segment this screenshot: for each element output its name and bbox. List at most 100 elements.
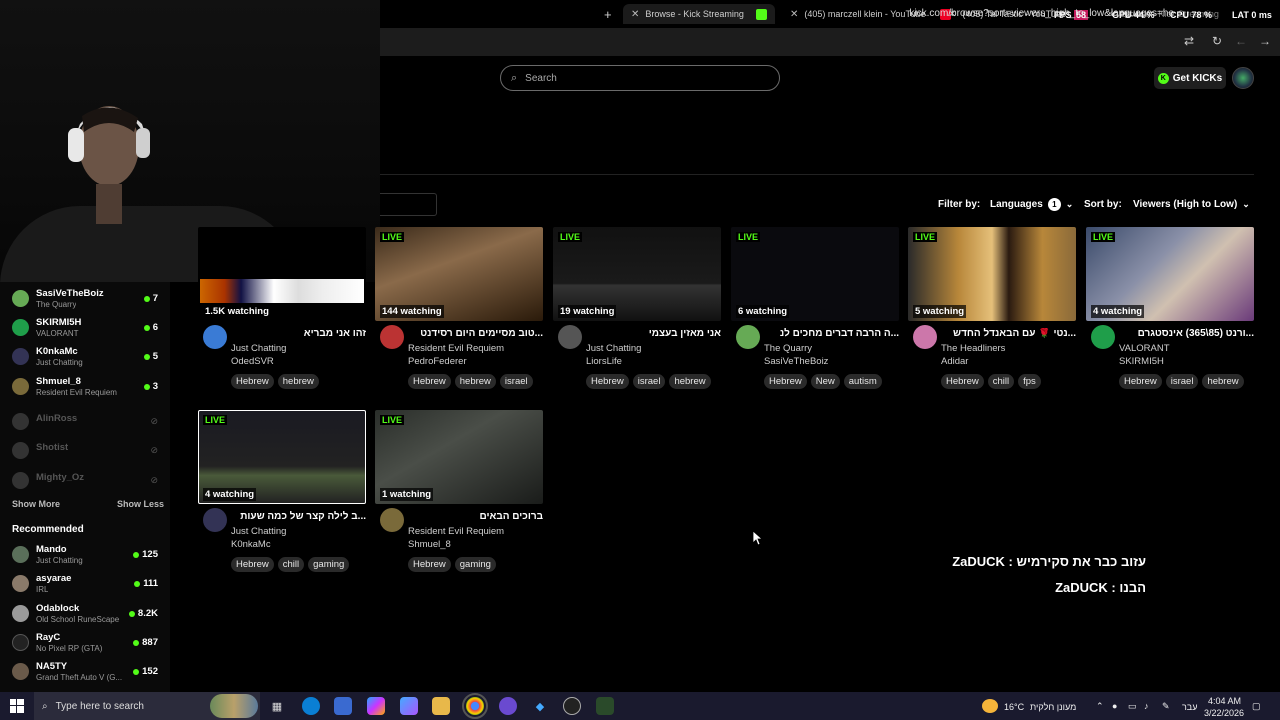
pen-icon[interactable]: ✎: [1162, 701, 1170, 712]
tag[interactable]: fps: [1018, 374, 1041, 389]
volume-icon[interactable]: ♪: [1144, 701, 1149, 711]
stream-category[interactable]: The Headliners: [941, 343, 1005, 354]
obs-icon[interactable]: [563, 697, 581, 715]
stream-card[interactable]: LIVE 1 watching ברוכים הבאים Resident Ev…: [375, 410, 543, 585]
windows-start-icon[interactable]: [10, 699, 24, 713]
tag[interactable]: gaming: [454, 557, 496, 572]
clock-time[interactable]: 4:04 AM: [1208, 696, 1241, 706]
stream-title[interactable]: זהו אני מבריא: [231, 328, 366, 339]
office-icon[interactable]: [400, 697, 418, 715]
stream-card[interactable]: LIVE 4 watching ...ב לילה קצר של כמה שעו…: [198, 410, 366, 585]
language-indicator[interactable]: עבר: [1182, 702, 1197, 712]
tag[interactable]: Hebrew: [231, 557, 274, 572]
sidebar-recommended[interactable]: Odablock Old School RuneScape 8.2K: [12, 602, 162, 628]
stream-category[interactable]: Resident Evil Requiem: [408, 526, 504, 537]
sidebar-channel[interactable]: SKIRMI5H VALORANT 6: [12, 316, 162, 342]
tag[interactable]: hebrew: [277, 374, 319, 389]
copilot-icon[interactable]: [367, 697, 385, 715]
stream-title[interactable]: ...ה הרבה דברים מחכים לנ: [764, 328, 899, 339]
tag[interactable]: israel: [1165, 374, 1199, 389]
streamer-name[interactable]: Shmuel_8: [408, 539, 451, 550]
translate-icon[interactable]: ⇄: [1181, 34, 1197, 48]
tag[interactable]: chill: [987, 374, 1015, 389]
user-avatar[interactable]: [1232, 67, 1254, 89]
search-highlight-icon[interactable]: [210, 694, 258, 718]
network-icon[interactable]: ▭: [1128, 701, 1137, 712]
new-tab-button[interactable]: +: [604, 4, 612, 24]
notifications-icon[interactable]: ▢: [1252, 701, 1261, 712]
tag[interactable]: New: [810, 374, 840, 389]
stream-title[interactable]: ...ב לילה קצר של כמה שעות: [231, 511, 366, 522]
tag[interactable]: Hebrew: [941, 374, 984, 389]
file-explorer-icon[interactable]: [432, 697, 450, 715]
tag[interactable]: Hebrew: [764, 374, 807, 389]
sidebar-channel[interactable]: K0nkaMc Just Chatting 5: [12, 345, 162, 371]
streamer-name[interactable]: Adidar: [941, 356, 968, 367]
back-icon[interactable]: ←: [1233, 34, 1249, 48]
sidebar-recommended[interactable]: Mando Just Chatting 125: [12, 543, 162, 569]
avatar[interactable]: [203, 325, 227, 349]
stream-category[interactable]: Just Chatting: [231, 343, 286, 354]
category-filter-input[interactable]: [380, 193, 437, 216]
stream-category[interactable]: Resident Evil Requiem: [408, 343, 504, 354]
chrome-icon[interactable]: [462, 693, 488, 719]
tab-kick-browse[interactable]: ✕ Browse - Kick Streaming: [623, 4, 775, 24]
stream-category[interactable]: Just Chatting: [231, 526, 286, 537]
sort-dropdown[interactable]: Viewers (High to Low) ⌄: [1133, 194, 1250, 214]
avatar[interactable]: [1091, 325, 1115, 349]
streamer-name[interactable]: PedroFederer: [408, 356, 467, 367]
sidebar-channel[interactable]: SasiVeTheBoiz The Quarry 7: [12, 287, 162, 313]
stream-category[interactable]: The Quarry: [764, 343, 812, 354]
tag[interactable]: hebrew: [1202, 374, 1244, 389]
stream-card[interactable]: LIVE 144 watching ...טוב מסיימים היום רס…: [375, 227, 543, 402]
tag[interactable]: Hebrew: [586, 374, 629, 389]
tag[interactable]: Hebrew: [1119, 374, 1162, 389]
show-more-button[interactable]: Show More: [12, 499, 60, 509]
stream-card[interactable]: LIVE 6 watching ...ה הרבה דברים מחכים לנ…: [731, 227, 899, 402]
avatar[interactable]: [380, 508, 404, 532]
app-game-icon[interactable]: [596, 697, 614, 715]
tag[interactable]: Hebrew: [231, 374, 274, 389]
stream-title[interactable]: ...נטי 🌹 עם הבאנדל החדש: [941, 328, 1076, 339]
get-kicks-button[interactable]: K Get KICKs: [1154, 67, 1226, 89]
forward-icon[interactable]: →: [1257, 34, 1273, 48]
tag[interactable]: Hebrew: [408, 374, 451, 389]
stream-title[interactable]: ...טוב מסיימים היום רסידנט: [408, 328, 543, 339]
microphone-icon[interactable]: ●: [1112, 701, 1117, 711]
stream-card[interactable]: LIVE 5 watching ...נטי 🌹 עם הבאנדל החדש …: [908, 227, 1076, 402]
streamer-name[interactable]: K0nkaMc: [231, 539, 271, 550]
discord-icon[interactable]: [499, 697, 517, 715]
sidebar-recommended[interactable]: asyarae IRL 111: [12, 572, 162, 598]
tag[interactable]: israel: [632, 374, 666, 389]
stream-card[interactable]: 1.5K watching זהו אני מבריא Just Chattin…: [198, 227, 366, 402]
stream-category[interactable]: Just Chatting: [586, 343, 641, 354]
avatar[interactable]: [203, 508, 227, 532]
avatar[interactable]: [558, 325, 582, 349]
weather-icon[interactable]: [982, 699, 998, 713]
edge-icon[interactable]: [302, 697, 320, 715]
sidebar-channel-offline[interactable]: AlinRoss ⊘: [12, 410, 162, 436]
close-tab-icon[interactable]: ✕: [631, 9, 639, 20]
sidebar-channel[interactable]: Shmuel_8 Resident Evil Requiem 3: [12, 375, 162, 401]
tag[interactable]: hebrew: [454, 374, 496, 389]
sidebar-channel-offline[interactable]: Shotist ⊘: [12, 439, 162, 465]
clock-date[interactable]: 3/22/2026: [1204, 708, 1244, 718]
tag[interactable]: gaming: [308, 557, 350, 572]
tag[interactable]: israel: [499, 374, 533, 389]
avatar[interactable]: [380, 325, 404, 349]
streamer-name[interactable]: LiorsLife: [586, 356, 622, 367]
stream-category[interactable]: VALORANT: [1119, 343, 1170, 354]
show-less-button[interactable]: Show Less: [117, 499, 164, 509]
avatar[interactable]: [736, 325, 760, 349]
sidebar-channel-offline[interactable]: Mighty_Oz ⊘: [12, 469, 162, 495]
avatar[interactable]: [913, 325, 937, 349]
tag[interactable]: autism: [843, 374, 882, 389]
tag[interactable]: chill: [277, 557, 305, 572]
streamer-name[interactable]: OdedSVR: [231, 356, 274, 367]
stream-card[interactable]: LIVE 19 watching אני מאזין בעצמי Just Ch…: [553, 227, 721, 402]
sidebar-recommended[interactable]: NA5TY Grand Theft Auto V (G... 152: [12, 660, 162, 686]
stream-card[interactable]: LIVE 4 watching ...ורנט (85\365) אינסטגר…: [1086, 227, 1254, 402]
search-input[interactable]: ⌕ Search: [500, 65, 780, 91]
task-view-icon[interactable]: ▦: [268, 697, 286, 715]
tag[interactable]: Hebrew: [408, 557, 451, 572]
